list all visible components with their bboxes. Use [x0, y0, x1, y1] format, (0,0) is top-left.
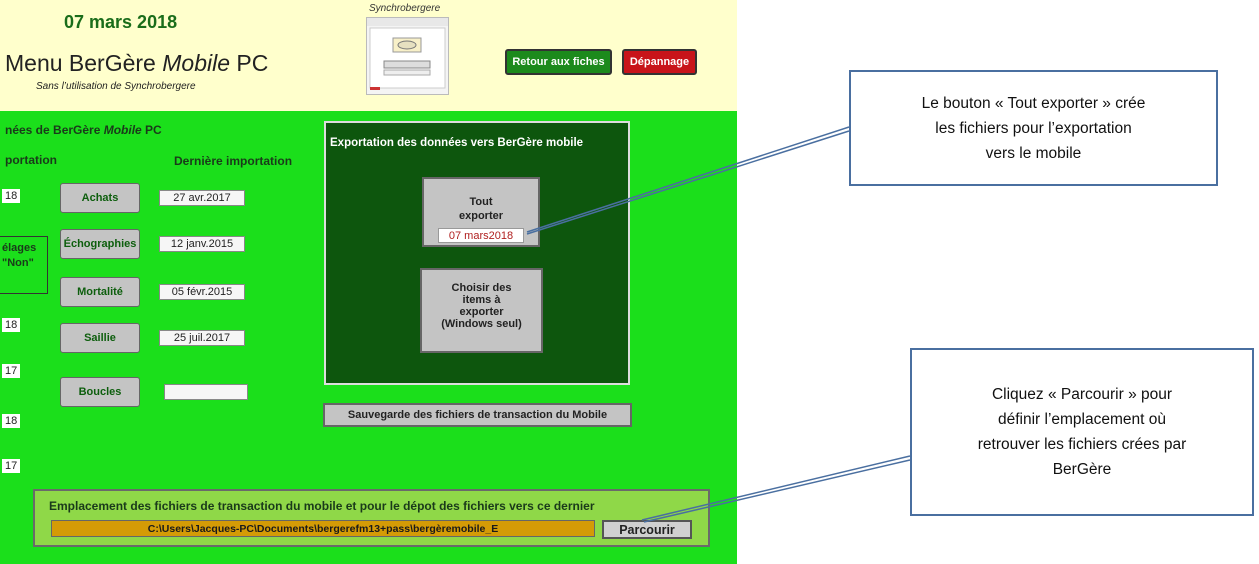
callout-parcourir: Cliquez « Parcourir » pour définir l’emp…: [910, 348, 1254, 516]
callout-line: Le bouton « Tout exporter » crée: [921, 94, 1146, 112]
callout-line: retrouver les fichiers crées par: [977, 436, 1187, 453]
callout-line: définir l’emplacement où: [997, 411, 1166, 428]
callout-tout-exporter: Le bouton « Tout exporter » crée les fic…: [849, 70, 1218, 186]
callout-line: vers le mobile: [985, 144, 1082, 162]
callout-line: les fichiers pour l’exportation: [935, 119, 1132, 137]
callout-line: BerGère: [1052, 461, 1112, 478]
callout-line: Cliquez « Parcourir » pour: [991, 386, 1173, 403]
